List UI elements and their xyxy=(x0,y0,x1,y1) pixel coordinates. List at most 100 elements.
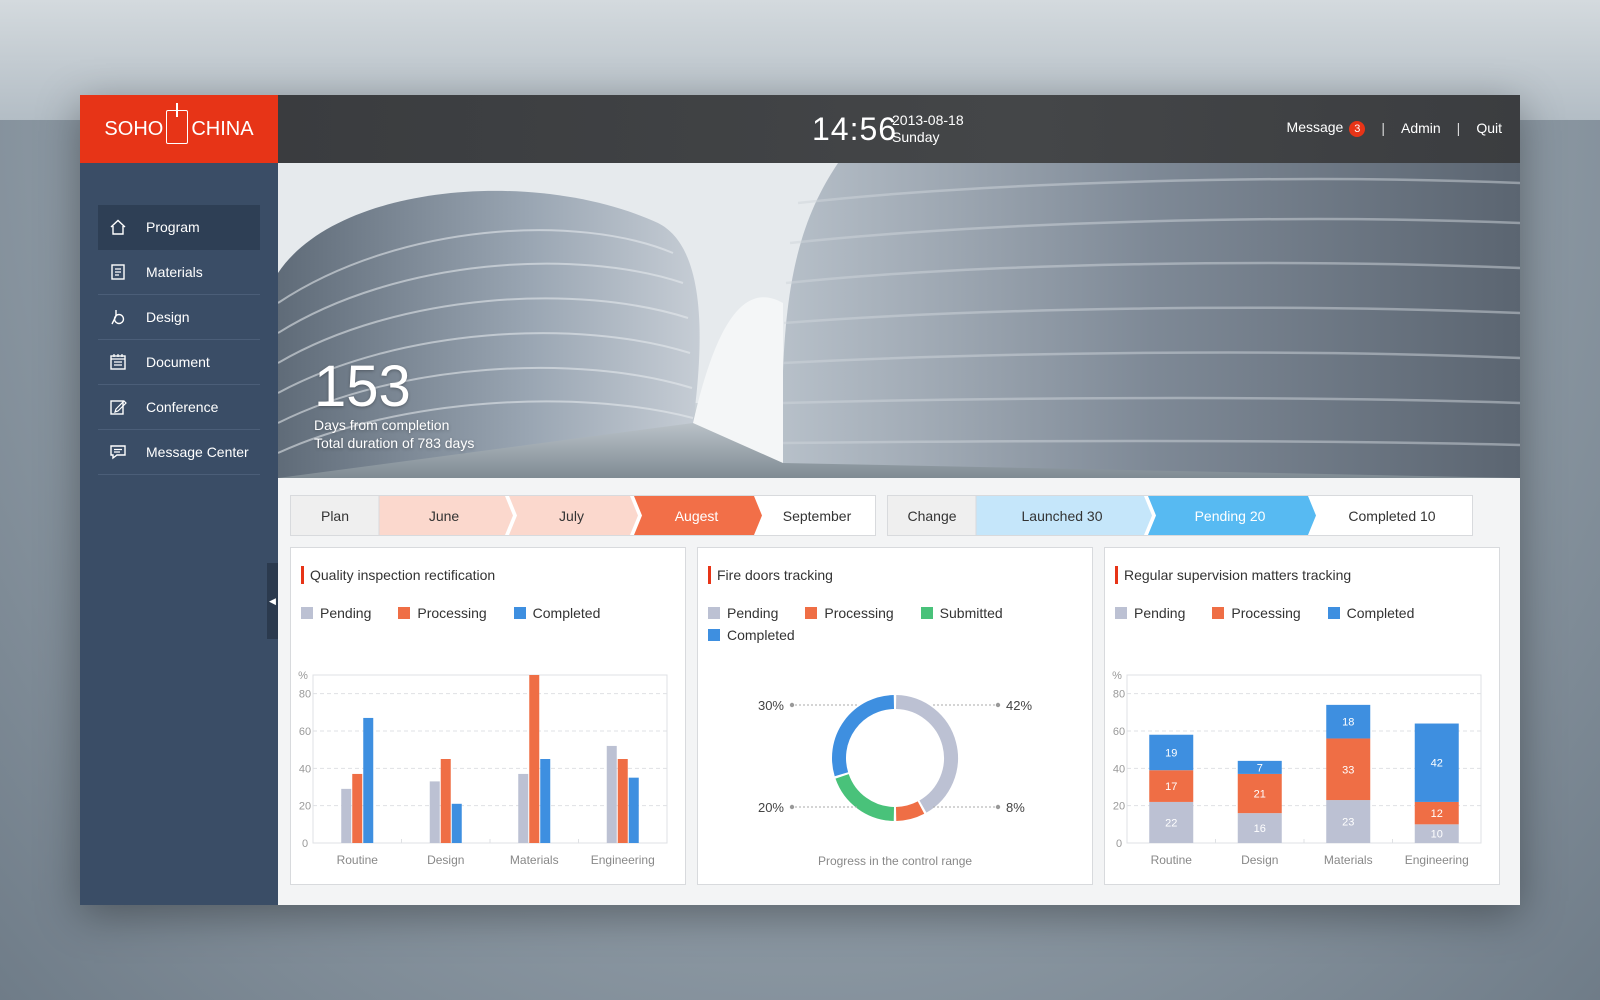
plan-progress-bar: Plan June July Augest September xyxy=(290,495,876,536)
message-count-badge: 3 xyxy=(1349,121,1366,137)
brand-logo[interactable]: SOHO CHINA xyxy=(80,95,278,163)
bar-completed xyxy=(628,777,639,843)
sidebar-item-conference[interactable]: Conference xyxy=(98,385,260,430)
y-axis-unit-label: % xyxy=(298,670,308,682)
slice-percent-label: 42% xyxy=(1006,698,1032,713)
y-tick-label: 40 xyxy=(299,763,311,775)
sidebar-item-label: Document xyxy=(146,354,210,370)
legend-label: Completed xyxy=(727,627,795,643)
bar-pending xyxy=(518,773,529,843)
legend-item-pending[interactable]: Pending xyxy=(301,598,371,628)
brand-left: SOHO xyxy=(104,117,164,140)
slice-percent-label: 20% xyxy=(758,800,784,815)
panel-title: Fire doors tracking xyxy=(708,566,833,584)
change-step-pending[interactable]: Pending 20 xyxy=(1148,496,1312,535)
quality-panel: Quality inspection rectification Pending… xyxy=(290,547,686,885)
divider: | xyxy=(1456,120,1461,136)
change-step-completed[interactable]: Completed 10 xyxy=(1312,496,1472,535)
change-step-change[interactable]: Change xyxy=(888,496,976,535)
sidebar-item-materials[interactable]: Materials xyxy=(98,250,260,295)
legend-label: Pending xyxy=(320,605,372,621)
legend-item-completed[interactable]: Completed xyxy=(1327,598,1414,628)
legend-swatch xyxy=(708,607,720,619)
bar-value-label: 21 xyxy=(1254,789,1266,801)
hero-banner: 153 Days from completion Total duration … xyxy=(278,163,1520,478)
legend-swatch xyxy=(805,607,818,619)
leader-dot xyxy=(789,804,795,810)
y-tick-label: 60 xyxy=(1113,726,1125,738)
legend-swatch xyxy=(301,607,313,619)
bar-value-label: 12 xyxy=(1431,808,1443,820)
bar-processing xyxy=(529,675,540,843)
brand-right: CHINA xyxy=(191,117,254,140)
y-tick-label: 20 xyxy=(299,801,311,813)
legend-swatch xyxy=(920,607,933,619)
y-axis-unit-label: % xyxy=(1112,670,1122,682)
y-tick-label: 20 xyxy=(1113,801,1125,813)
countdown-block: 153 Days from completion Total duration … xyxy=(314,358,474,452)
sidebar-item-program[interactable]: Program xyxy=(98,205,260,250)
legend-label: Pending xyxy=(1134,605,1186,621)
legend-label: Processing xyxy=(1231,605,1301,621)
legend-label: Submitted xyxy=(939,605,1003,621)
legend-label: Processing xyxy=(417,605,487,621)
bar-value-label: 22 xyxy=(1165,817,1177,829)
plan-step-augest[interactable]: Augest xyxy=(634,496,759,535)
supervision-panel: Regular supervision matters tracking Pen… xyxy=(1104,547,1500,885)
plan-step-july[interactable]: July xyxy=(509,496,634,535)
home-icon xyxy=(108,217,128,237)
plan-step-plan[interactable]: Plan xyxy=(291,496,379,535)
legend-swatch xyxy=(513,607,526,619)
sidebar-item-message-center[interactable]: Message Center xyxy=(98,430,260,475)
bar-value-label: 18 xyxy=(1342,717,1354,729)
bar-value-label: 33 xyxy=(1342,764,1354,776)
sidebar-item-label: Design xyxy=(146,309,190,325)
legend-item-completed[interactable]: Completed xyxy=(708,620,795,650)
change-status-bar: Change Launched 30 Pending 20 Completed … xyxy=(887,495,1473,536)
sidebar: Program Materials Design Document Confer… xyxy=(80,163,278,905)
sidebar-collapse-handle[interactable]: ◀ xyxy=(267,563,278,639)
x-tick-label: Routine xyxy=(1151,853,1193,867)
message-label: Message xyxy=(1286,119,1344,135)
caret-left-icon: ◀ xyxy=(269,595,276,606)
bar-value-label: 7 xyxy=(1257,762,1263,774)
quality-bar-chart: % 0 20 40 60 80 Routine Design Materials Engineer… xyxy=(298,670,668,867)
quit-link[interactable]: Quit xyxy=(1476,120,1502,136)
message-link[interactable]: Message 3 xyxy=(1287,119,1366,137)
x-tick-label: Design xyxy=(1241,853,1278,867)
y-tick-label: 0 xyxy=(302,838,308,850)
leader-dot xyxy=(995,702,1001,708)
bar-value-label: 23 xyxy=(1342,817,1354,829)
bar-value-label: 16 xyxy=(1254,823,1266,835)
legend-item-submitted[interactable]: Submitted xyxy=(920,598,1003,628)
bar-processing xyxy=(617,759,628,843)
admin-link[interactable]: Admin xyxy=(1401,120,1441,136)
legend-label: Pending xyxy=(727,605,779,621)
plan-step-september[interactable]: September xyxy=(759,496,875,535)
y-tick-label: 40 xyxy=(1113,763,1125,775)
chart-legend: Pending Processing Submitted Completed xyxy=(708,605,1078,650)
legend-swatch xyxy=(1212,607,1225,619)
bar-value-label: 10 xyxy=(1431,829,1443,841)
legend-item-completed[interactable]: Completed xyxy=(513,598,600,628)
legend-item-processing[interactable]: Processing xyxy=(398,598,487,628)
legend-swatch xyxy=(1327,607,1340,619)
donut-slice-processing xyxy=(895,801,925,821)
leader-dot xyxy=(995,804,1001,810)
top-bar: 14:56 2013-08-18 Sunday Message 3 | Admin… xyxy=(278,95,1520,163)
sidebar-item-label: Conference xyxy=(146,399,219,415)
change-step-launched[interactable]: Launched 30 xyxy=(976,496,1148,535)
x-tick-label: Materials xyxy=(510,853,559,867)
donut-slice-completed xyxy=(832,695,895,777)
legend-swatch xyxy=(398,607,411,619)
legend-item-processing[interactable]: Processing xyxy=(805,598,894,628)
supervision-stacked-bar-chart: % 0 20 40 60 80 Routine Design Materials Engineer… xyxy=(1112,670,1482,867)
legend-item-processing[interactable]: Processing xyxy=(1212,598,1301,628)
sidebar-item-document[interactable]: Document xyxy=(98,340,260,385)
legend-item-pending[interactable]: Pending xyxy=(1115,598,1185,628)
plan-step-june[interactable]: June xyxy=(379,496,509,535)
bar-processing xyxy=(352,773,363,843)
sidebar-item-label: Program xyxy=(146,219,200,235)
sidebar-item-design[interactable]: Design xyxy=(98,295,260,340)
x-tick-label: Engineering xyxy=(1405,853,1469,867)
